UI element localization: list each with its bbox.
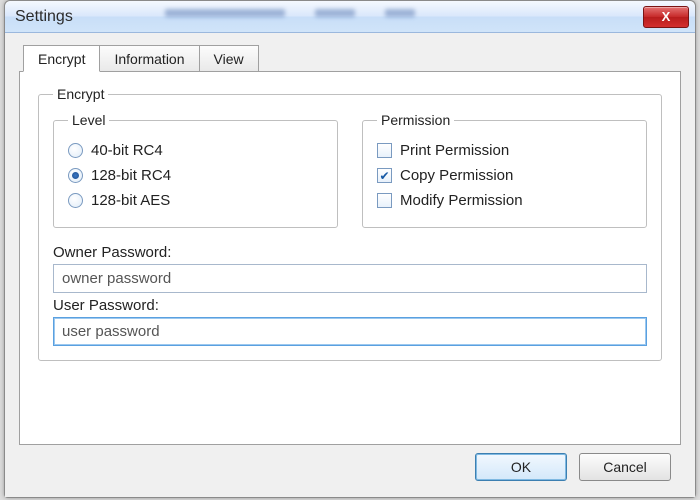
close-button[interactable]: X	[643, 6, 689, 28]
window-title: Settings	[15, 8, 73, 26]
group-encrypt: Encrypt Level 40-bit RC4 128-bit RC4	[38, 86, 662, 361]
checkbox-label: Copy Permission	[400, 167, 513, 184]
user-password-input[interactable]	[53, 317, 647, 346]
tab-information[interactable]: Information	[99, 45, 199, 72]
titlebar-background-blur	[165, 5, 535, 29]
checkbox-icon	[377, 143, 392, 158]
check-modify-permission[interactable]: Modify Permission	[377, 188, 632, 213]
tab-label: Encrypt	[38, 51, 85, 67]
radio-128bit-aes[interactable]: 128-bit AES	[68, 188, 323, 213]
tab-view[interactable]: View	[199, 45, 259, 72]
radio-label: 128-bit RC4	[91, 167, 171, 184]
radio-icon	[68, 193, 83, 208]
dialog-footer: OK Cancel	[19, 445, 681, 487]
tab-label: View	[214, 51, 244, 67]
user-password-label: User Password:	[53, 297, 647, 314]
tabstrip: Encrypt Information View	[19, 45, 681, 72]
check-copy-permission[interactable]: ✔ Copy Permission	[377, 163, 632, 188]
client-area: Encrypt Information View Encrypt Level 4…	[5, 33, 695, 497]
radio-icon	[68, 143, 83, 158]
group-permission-label: Permission	[377, 112, 454, 128]
tab-encrypt[interactable]: Encrypt	[23, 45, 100, 72]
settings-dialog: Settings X Encrypt Information View Encr…	[4, 0, 696, 498]
checkbox-label: Modify Permission	[400, 192, 523, 209]
owner-password-label: Owner Password:	[53, 244, 647, 261]
button-label: Cancel	[603, 459, 647, 475]
tab-panel-encrypt: Encrypt Level 40-bit RC4 128-bit RC4	[19, 71, 681, 445]
ok-button[interactable]: OK	[475, 453, 567, 481]
owner-password-input[interactable]	[53, 264, 647, 293]
check-print-permission[interactable]: Print Permission	[377, 138, 632, 163]
cancel-button[interactable]: Cancel	[579, 453, 671, 481]
tab-label: Information	[114, 51, 184, 67]
group-level: Level 40-bit RC4 128-bit RC4 128-bit AES	[53, 112, 338, 228]
radio-40bit-rc4[interactable]: 40-bit RC4	[68, 138, 323, 163]
radio-icon	[68, 168, 83, 183]
button-label: OK	[511, 459, 531, 475]
radio-128bit-rc4[interactable]: 128-bit RC4	[68, 163, 323, 188]
close-icon: X	[662, 9, 671, 24]
titlebar: Settings X	[5, 1, 695, 33]
group-permission: Permission Print Permission ✔ Copy Permi…	[362, 112, 647, 228]
radio-label: 128-bit AES	[91, 192, 170, 209]
checkbox-label: Print Permission	[400, 142, 509, 159]
radio-label: 40-bit RC4	[91, 142, 163, 159]
checkbox-icon: ✔	[377, 168, 392, 183]
checkbox-icon	[377, 193, 392, 208]
group-encrypt-label: Encrypt	[53, 86, 108, 102]
group-level-label: Level	[68, 112, 109, 128]
